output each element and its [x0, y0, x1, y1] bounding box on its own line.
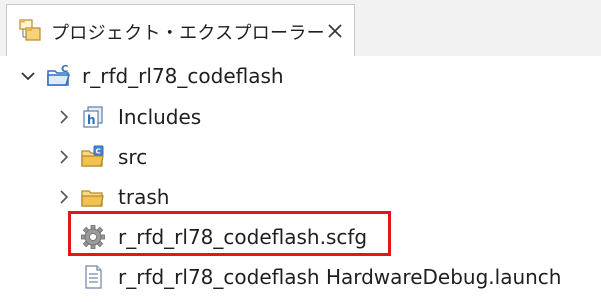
svg-text:C: C — [61, 64, 68, 75]
tree-item-launch[interactable]: r_rfd_rl78_codeflash HardwareDebug.launc… — [0, 259, 601, 295]
project-tree: C r_rfd_rl78_codeflash h Includes C src … — [0, 56, 601, 302]
c-project-folder-icon: C — [46, 63, 72, 89]
folder-icon — [80, 184, 106, 210]
src-label: src — [118, 145, 148, 169]
svg-text:h: h — [87, 113, 96, 127]
tree-item-scfg[interactable]: r_rfd_rl78_codeflash.scfg — [0, 219, 601, 255]
document-icon — [80, 264, 106, 290]
scfg-label: r_rfd_rl78_codeflash.scfg — [118, 225, 368, 249]
project-explorer-icon — [17, 17, 43, 43]
tree-item-src[interactable]: C src — [0, 139, 601, 175]
tree-item-includes[interactable]: h Includes — [0, 99, 601, 135]
chevron-down-icon[interactable] — [20, 68, 36, 84]
launch-label: r_rfd_rl78_codeflash HardwareDebug.launc… — [118, 265, 562, 289]
trash-label: trash — [118, 185, 170, 209]
chevron-right-icon[interactable] — [56, 149, 72, 165]
tree-item-project[interactable]: C r_rfd_rl78_codeflash — [0, 58, 601, 94]
svg-text:C: C — [96, 148, 101, 156]
project-explorer-tab[interactable]: プロジェクト・エクスプローラー — [6, 4, 355, 56]
tab-title: プロジェクト・エクスプローラー — [51, 23, 325, 44]
chevron-right-icon[interactable] — [56, 189, 72, 205]
includes-label: Includes — [118, 105, 202, 129]
chevron-right-icon[interactable] — [56, 109, 72, 125]
project-explorer-view: プロジェクト・エクスプローラー C r_rfd_rl78_codeflash h… — [0, 0, 601, 302]
source-folder-icon: C — [80, 144, 106, 170]
project-label: r_rfd_rl78_codeflash — [82, 64, 284, 88]
view-tab-bar: プロジェクト・エクスプローラー — [0, 0, 601, 56]
tree-item-trash[interactable]: trash — [0, 179, 601, 215]
includes-icon: h — [80, 104, 106, 130]
close-icon[interactable] — [325, 21, 345, 41]
gear-icon — [80, 224, 106, 250]
